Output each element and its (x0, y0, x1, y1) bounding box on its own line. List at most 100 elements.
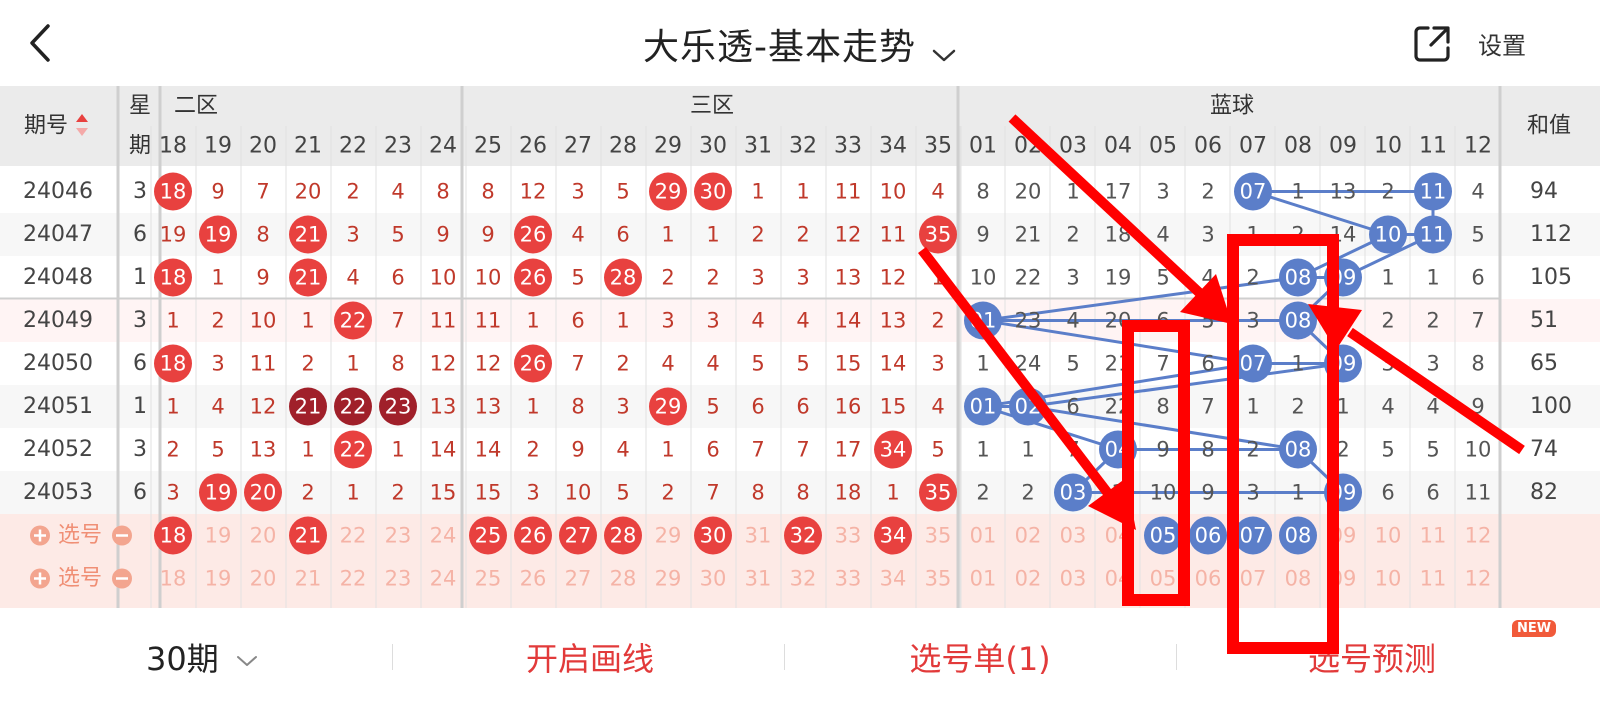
select-ball-number: 32 (790, 524, 817, 548)
miss-count: 2 (1291, 223, 1304, 247)
miss-count: 2 (301, 481, 314, 505)
blue-ball-number: 04 (1105, 438, 1132, 462)
miss-count: 2 (1291, 395, 1304, 419)
miss-count: 12 (880, 266, 907, 290)
select-number: 30 (700, 567, 727, 591)
miss-count: 4 (571, 223, 584, 247)
column-header: 25 (474, 134, 502, 159)
miss-count: 2 (1426, 309, 1439, 333)
miss-count: 20 (1015, 180, 1042, 204)
miss-count: 6 (1381, 481, 1394, 505)
select-label: 选号 (58, 523, 102, 548)
column-header: 05 (1149, 134, 1177, 159)
settings-button[interactable]: 设置 (1478, 26, 1526, 61)
miss-count: 1 (211, 266, 224, 290)
select-number: 31 (745, 567, 772, 591)
miss-count: 4 (661, 352, 674, 376)
red-ball-number: 28 (610, 266, 637, 290)
share-button[interactable] (1410, 22, 1454, 66)
weekday-cell: 1 (133, 265, 147, 290)
select-number: 09 (1330, 567, 1357, 591)
miss-count: 14 (835, 309, 862, 333)
select-number: 31 (745, 524, 772, 548)
miss-count: 3 (1201, 223, 1214, 247)
miss-count: 7 (1201, 395, 1214, 419)
miss-count: 12 (835, 223, 862, 247)
miss-count: 6 (1471, 266, 1484, 290)
select-ball-number: 30 (700, 524, 727, 548)
miss-count: 7 (1156, 352, 1169, 376)
miss-count: 18 (835, 481, 862, 505)
periods-label: 30期 (146, 640, 219, 678)
miss-count: 14 (1330, 223, 1357, 247)
miss-count: 7 (256, 180, 269, 204)
column-header: 09 (1329, 134, 1357, 159)
weekday-header: 星 (129, 94, 151, 119)
column-header: 18 (159, 134, 187, 159)
miss-count: 17 (835, 438, 862, 462)
select-number: 20 (250, 567, 277, 591)
blue-ball-number: 01 (970, 395, 997, 419)
draw-lines-button[interactable]: 开启画线 (470, 634, 710, 680)
red-ball-number: 26 (520, 223, 547, 247)
miss-count: 2 (661, 481, 674, 505)
red-ball-number: 21 (295, 395, 322, 419)
miss-count: 15 (430, 481, 457, 505)
miss-count: 7 (391, 309, 404, 333)
miss-count: 13 (835, 266, 862, 290)
weekday-cell: 3 (133, 437, 147, 462)
select-number: 19 (205, 524, 232, 548)
miss-count: 4 (211, 395, 224, 419)
red-ball-number: 35 (925, 481, 952, 505)
miss-count: 1 (1336, 309, 1349, 333)
miss-count: 2 (1021, 481, 1034, 505)
selection-list-button[interactable]: 选号单(1) (860, 634, 1100, 680)
column-header: 04 (1104, 134, 1132, 159)
select-number: 02 (1015, 567, 1042, 591)
miss-count: 10 (880, 180, 907, 204)
miss-count: 17 (1105, 180, 1132, 204)
miss-count: 4 (931, 180, 944, 204)
miss-count: 15 (475, 481, 502, 505)
select-number: 06 (1195, 567, 1222, 591)
column-header: 31 (744, 134, 772, 159)
miss-count: 2 (211, 309, 224, 333)
select-number: 25 (475, 567, 502, 591)
miss-count: 5 (616, 481, 629, 505)
zone-label: 二区 (174, 94, 218, 119)
miss-count: 8 (391, 352, 404, 376)
miss-count: 6 (391, 266, 404, 290)
miss-count: 14 (430, 438, 457, 462)
miss-count: 5 (1381, 438, 1394, 462)
chevron-down-icon (932, 49, 956, 61)
column-header: 32 (789, 134, 817, 159)
periods-selector[interactable]: 30期 (146, 634, 259, 680)
miss-count: 1 (166, 395, 179, 419)
miss-count: 9 (256, 266, 269, 290)
miss-count: 1 (976, 352, 989, 376)
predict-button[interactable]: 选号预测 (1252, 634, 1492, 680)
miss-count: 2 (301, 352, 314, 376)
select-number: 11 (1420, 567, 1447, 591)
title-dropdown[interactable]: 大乐透-基本走势 (0, 18, 1600, 70)
miss-count: 1 (301, 309, 314, 333)
column-header: 22 (339, 134, 367, 159)
blue-ball-number: 03 (1060, 481, 1087, 505)
miss-count: 4 (931, 395, 944, 419)
red-ball-number: 35 (925, 223, 952, 247)
miss-count: 3 (346, 223, 359, 247)
miss-count: 1 (976, 438, 989, 462)
miss-count: 12 (430, 352, 457, 376)
share-icon (1414, 26, 1450, 62)
red-ball-number: 29 (655, 180, 682, 204)
miss-count: 7 (706, 481, 719, 505)
red-ball-number: 19 (205, 223, 232, 247)
miss-count: 1 (1246, 223, 1259, 247)
select-ball-number: 26 (520, 524, 547, 548)
miss-count: 1 (886, 481, 899, 505)
miss-count: 1 (526, 309, 539, 333)
select-number: 33 (835, 524, 862, 548)
miss-count: 23 (1015, 309, 1042, 333)
miss-count: 1 (1291, 180, 1304, 204)
select-number: 04 (1105, 524, 1132, 548)
